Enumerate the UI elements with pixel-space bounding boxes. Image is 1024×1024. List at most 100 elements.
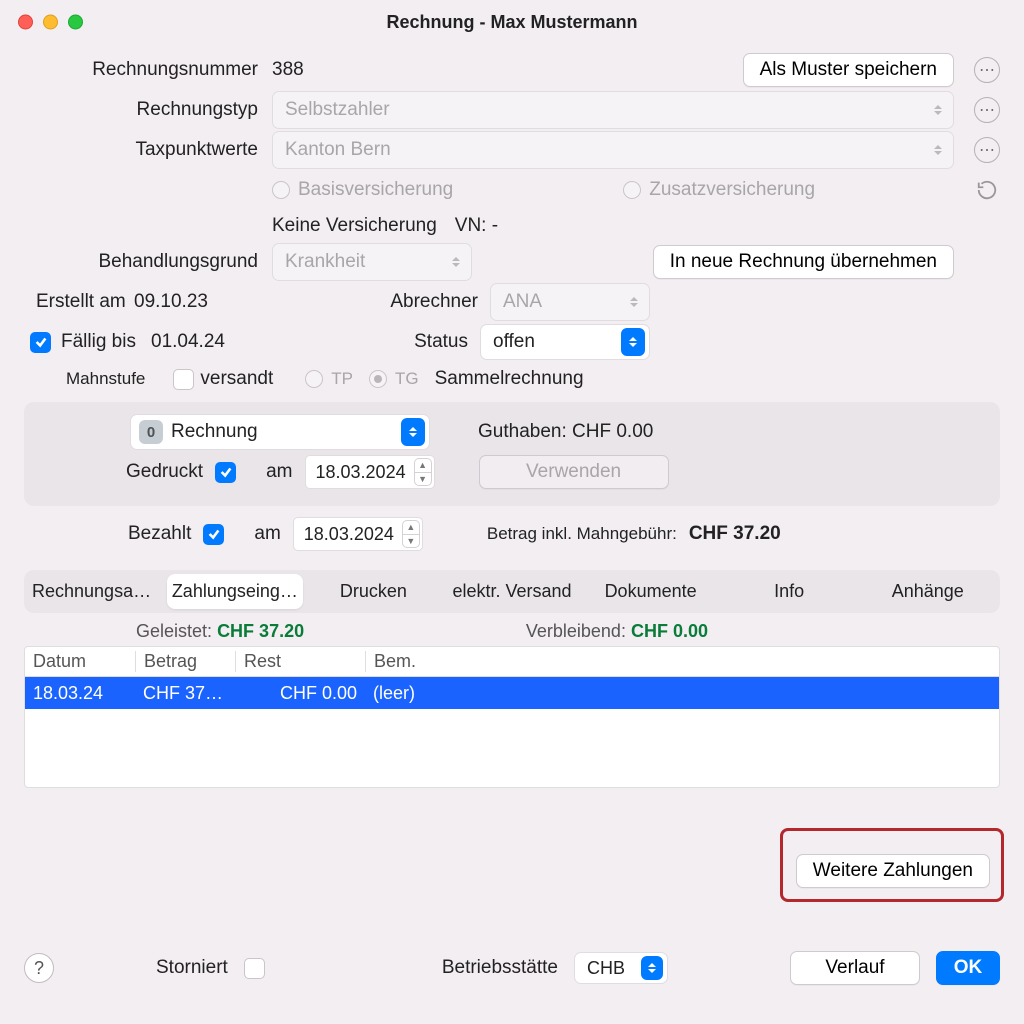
date-stepper[interactable]: ▲▼ <box>414 458 432 486</box>
th-betrag[interactable]: Betrag <box>135 651 235 672</box>
value-geleistet: CHF 37.20 <box>217 621 304 641</box>
checkbox-versandt[interactable] <box>173 369 194 390</box>
select-rechnungstyp[interactable]: Selbstzahler <box>272 91 954 129</box>
select-abrechner[interactable]: ANA <box>490 283 650 321</box>
tab-anhaenge[interactable]: Anhänge <box>859 574 996 609</box>
table-header: Datum Betrag Rest Bem. <box>25 647 999 677</box>
tab-elektr-versand[interactable]: elektr. Versand <box>444 574 581 609</box>
titlebar: Rechnung - Max Mustermann <box>0 0 1024 44</box>
cell-betrag: CHF 37.… <box>135 683 235 704</box>
table-row[interactable]: 18.03.24 CHF 37.… CHF 0.00 (leer) <box>25 677 999 709</box>
label-am-2: am <box>254 523 280 545</box>
close-icon[interactable] <box>18 15 33 30</box>
th-datum[interactable]: Datum <box>25 651 135 672</box>
value-betrag-inkl: CHF 37.20 <box>689 523 781 545</box>
tab-zahlungseingang[interactable]: Zahlungseing… <box>167 574 304 609</box>
ok-button[interactable]: OK <box>936 951 1000 985</box>
chevron-updown-icon <box>623 289 645 315</box>
label-rechnungstyp: Rechnungstyp <box>24 99 272 121</box>
label-basis: Basisversicherung <box>298 179 453 201</box>
label-mahnstufe: Mahnstufe <box>66 369 145 389</box>
label-zusatz: Zusatzversicherung <box>649 179 815 201</box>
more-rechnungsnummer-button[interactable]: ⋯ <box>974 57 1000 83</box>
checkbox-faellig-bis[interactable] <box>30 332 51 353</box>
value-erstellt-am: 09.10.23 <box>134 291 254 313</box>
chevron-updown-icon <box>641 956 663 980</box>
checkbox-bezahlt[interactable] <box>203 524 224 545</box>
label-taxpunktwerte: Taxpunktwerte <box>24 139 272 161</box>
radio-basisversicherung[interactable]: Basisversicherung <box>272 179 453 201</box>
more-rechnungstyp-button[interactable]: ⋯ <box>974 97 1000 123</box>
help-button[interactable]: ? <box>24 953 54 983</box>
select-betriebsstaette[interactable]: CHB <box>574 952 668 984</box>
select-taxpunktwerte-value: Kanton Bern <box>285 139 391 161</box>
tab-drucken[interactable]: Drucken <box>305 574 442 609</box>
label-am-1: am <box>266 461 292 483</box>
tab-rechnungsangaben[interactable]: Rechnungsan… <box>28 574 165 609</box>
label-erstellt-am: Erstellt am <box>24 291 134 313</box>
payments-table: Datum Betrag Rest Bem. 18.03.24 CHF 37.…… <box>24 646 1000 788</box>
mahnstufe-panel: 0 Rechnung Guthaben: CHF 0.00 Gedruckt a… <box>24 402 1000 506</box>
select-status-value: offen <box>493 331 535 353</box>
label-behandlungsgrund: Behandlungsgrund <box>24 251 272 273</box>
value-rechnungsnummer: 388 <box>272 59 372 81</box>
checkbox-gedruckt[interactable] <box>215 462 236 483</box>
select-mahnstufe-value: Rechnung <box>171 421 258 443</box>
date-stepper[interactable]: ▲▼ <box>402 520 420 548</box>
refresh-icon[interactable] <box>974 177 1000 203</box>
label-geleistet: Geleistet: <box>136 621 212 641</box>
tab-info[interactable]: Info <box>721 574 858 609</box>
select-behandlungsgrund[interactable]: Krankheit <box>272 243 472 281</box>
chevron-updown-icon <box>445 249 467 275</box>
radio-zusatzversicherung[interactable]: Zusatzversicherung <box>623 179 815 201</box>
verwenden-button: Verwenden <box>479 455 669 489</box>
label-bezahlt: Bezahlt <box>128 523 191 545</box>
in-neue-rechnung-button[interactable]: In neue Rechnung übernehmen <box>653 245 954 279</box>
select-taxpunktwerte[interactable]: Kanton Bern <box>272 131 954 169</box>
select-abrechner-value: ANA <box>503 291 542 313</box>
radio-tg[interactable]: TG <box>369 369 419 389</box>
checkbox-storniert[interactable] <box>244 958 265 979</box>
minimize-icon[interactable] <box>43 15 58 30</box>
value-bezahlt-date: 18.03.2024 <box>304 524 394 545</box>
label-gedruckt: Gedruckt <box>126 461 203 483</box>
cell-datum: 18.03.24 <box>25 683 135 704</box>
chevron-updown-icon <box>401 418 425 446</box>
cell-rest: CHF 0.00 <box>235 683 365 704</box>
tab-dokumente[interactable]: Dokumente <box>582 574 719 609</box>
value-betriebsstaette: CHB <box>587 958 625 979</box>
value-gedruckt-date: 18.03.2024 <box>316 462 406 483</box>
chevron-updown-icon <box>927 97 949 123</box>
input-bezahlt-date[interactable]: 18.03.2024 ▲▼ <box>293 517 423 551</box>
badge-zero-icon: 0 <box>139 420 163 444</box>
value-verbleibend: CHF 0.00 <box>631 621 708 641</box>
more-taxpunktwerte-button[interactable]: ⋯ <box>974 137 1000 163</box>
text-vn: VN: - <box>455 215 498 237</box>
radio-tp[interactable]: TP <box>305 369 353 389</box>
label-sammelrechnung: Sammelrechnung <box>435 368 584 390</box>
chevron-updown-icon <box>927 137 949 163</box>
window-title: Rechnung - Max Mustermann <box>386 12 637 33</box>
tabbar: Rechnungsan… Zahlungseing… Drucken elekt… <box>24 570 1000 613</box>
label-versandt: versandt <box>200 368 273 390</box>
label-guthaben: Guthaben: CHF 0.00 <box>478 421 653 443</box>
text-keine-versicherung: Keine Versicherung <box>272 215 437 237</box>
label-abrechner: Abrechner <box>390 291 490 313</box>
select-status[interactable]: offen <box>480 324 650 360</box>
label-betrag-inkl: Betrag inkl. Mahngebühr: <box>487 524 677 544</box>
label-betriebsstaette: Betriebsstätte <box>442 957 558 979</box>
chevron-updown-icon <box>621 328 645 356</box>
th-rest[interactable]: Rest <box>235 651 365 672</box>
th-bem[interactable]: Bem. <box>365 651 999 672</box>
label-tp: TP <box>331 369 353 389</box>
select-mahnstufe-doc[interactable]: 0 Rechnung <box>130 414 430 450</box>
verlauf-button[interactable]: Verlauf <box>790 951 920 985</box>
select-behandlungsgrund-value: Krankheit <box>285 251 365 273</box>
zoom-icon[interactable] <box>68 15 83 30</box>
weitere-zahlungen-button[interactable]: Weitere Zahlungen <box>796 854 990 888</box>
input-gedruckt-date[interactable]: 18.03.2024 ▲▼ <box>305 455 435 489</box>
select-rechnungstyp-value: Selbstzahler <box>285 99 390 121</box>
window-controls <box>18 15 83 30</box>
value-faellig-bis: 01.04.24 <box>151 331 271 353</box>
als-muster-button[interactable]: Als Muster speichern <box>743 53 954 87</box>
